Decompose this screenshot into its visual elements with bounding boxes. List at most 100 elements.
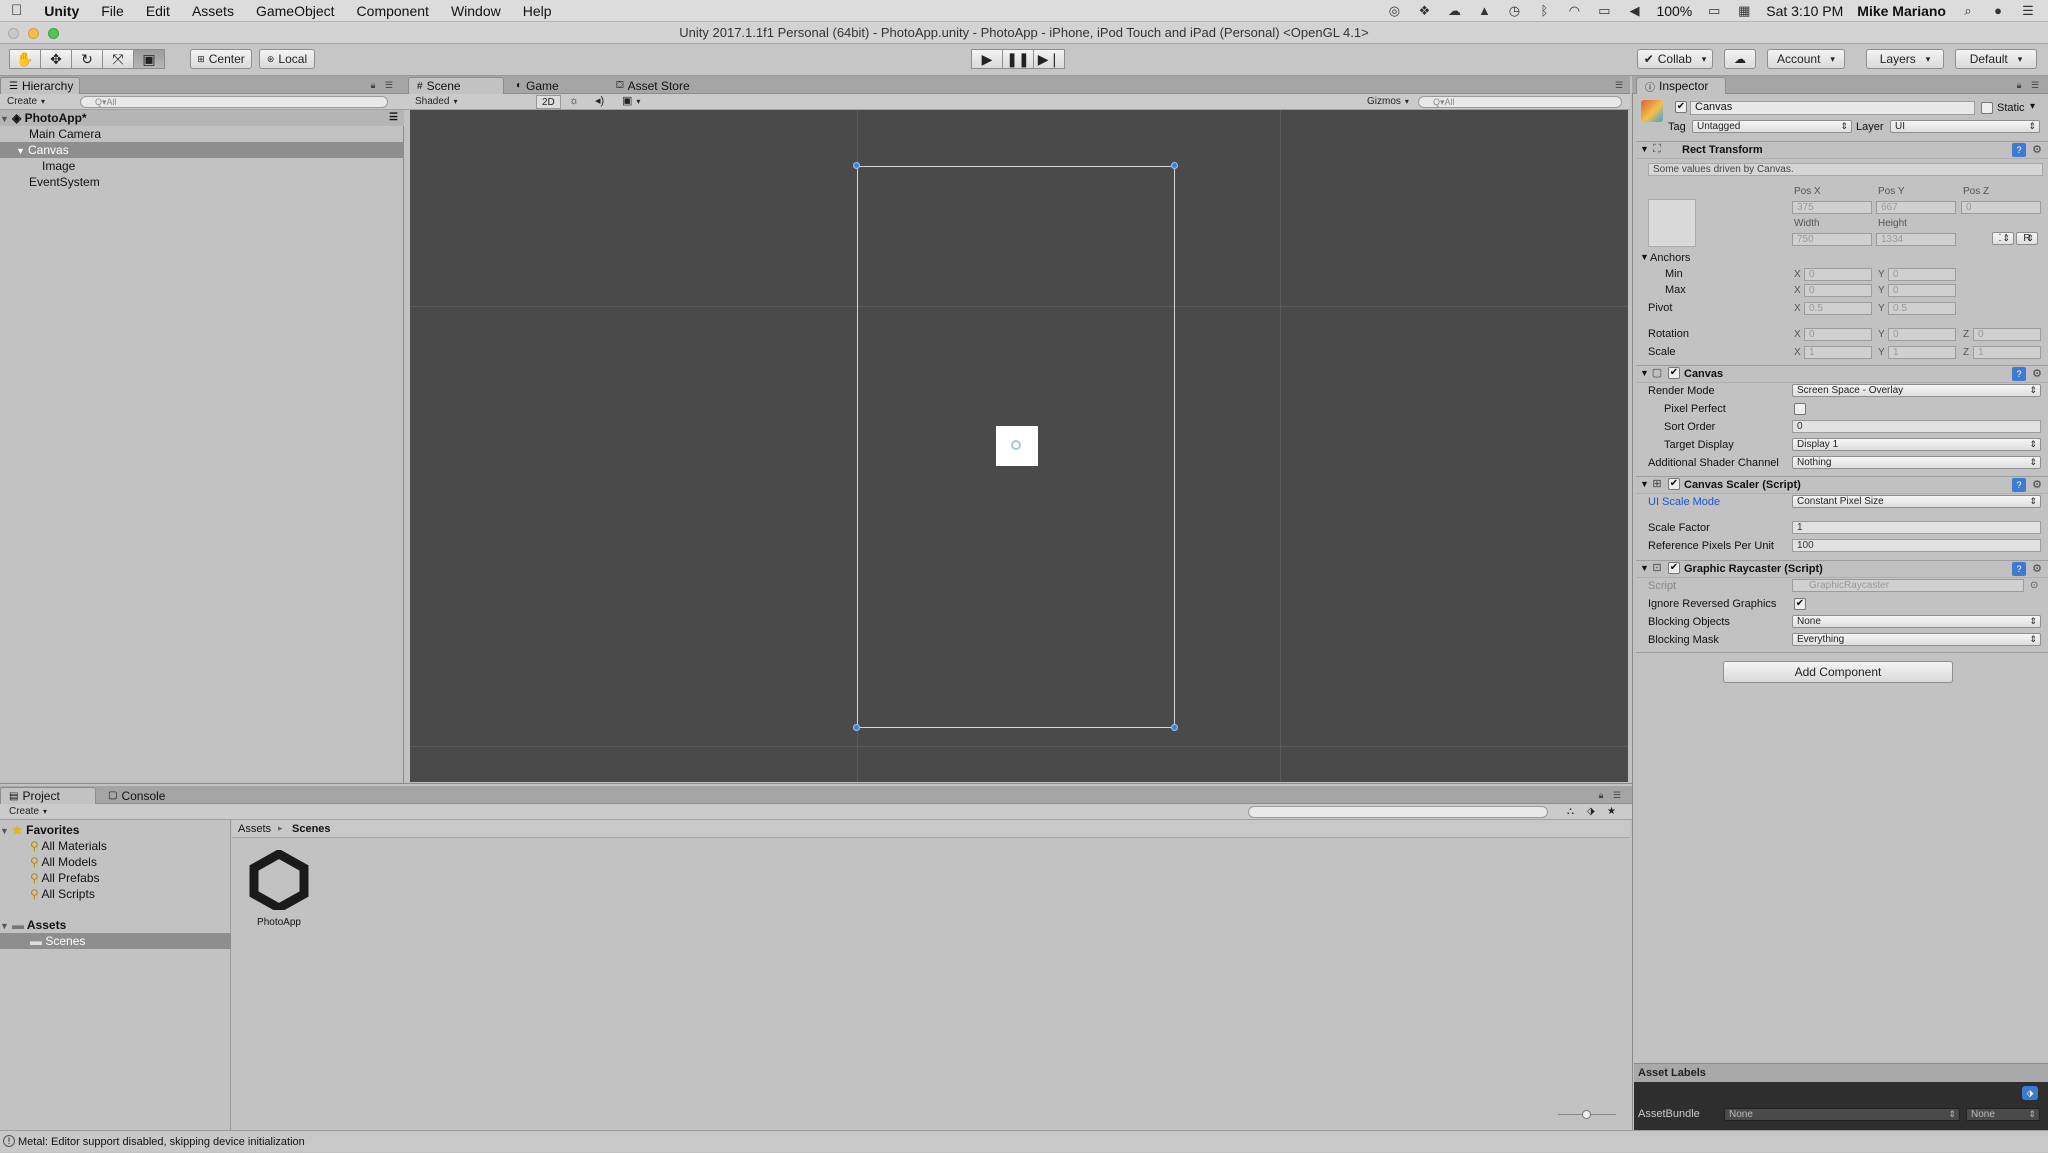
layers-button[interactable]: Layers [1866,49,1944,69]
static-checkbox[interactable] [1981,102,1993,114]
anchor-max-y-field[interactable]: 0 [1888,284,1956,297]
shader-channel-dropdown[interactable]: Nothing [1792,456,2041,469]
panel-menu-icon[interactable]: ☰ [382,78,396,92]
height-field[interactable]: 1334 [1876,233,1956,246]
favorite-item[interactable]: ⚲ All Scripts [0,886,231,902]
search-by-label-icon[interactable]: ⬗ [1582,805,1600,819]
anchor-presets-button[interactable] [1648,199,1696,247]
collab-button[interactable]: ✔ Collab [1637,49,1713,69]
hierarchy-item-eventsystem[interactable]: EventSystem [0,174,404,190]
raycaster-gear-icon[interactable]: ⚙ [2030,562,2044,576]
blueprint-mode-button[interactable]: ⸬ [1992,232,2014,245]
posx-field[interactable]: 375 [1792,201,1872,214]
project-menu-icon[interactable]: ☰ [1610,788,1624,802]
siri-icon[interactable]: ● [1990,3,2006,18]
tab-hierarchy[interactable]: ☰ Hierarchy [0,77,80,94]
menu-window[interactable]: Window [440,3,512,19]
menu-app[interactable]: Unity [33,3,90,19]
pause-icon[interactable]: ❚❚ [1002,49,1034,69]
favorite-item[interactable]: ⚲ All Models [0,854,231,870]
breadcrumb-assets[interactable]: Assets [238,823,271,835]
ui-image-element[interactable] [996,426,1038,466]
slider-thumb[interactable] [1582,1110,1591,1119]
apple-icon[interactable]:  [0,2,33,19]
tab-game[interactable]: ◐ Game [508,77,588,94]
ignore-reversed-checkbox[interactable]: ✔ [1794,598,1806,610]
scene-menu-icon[interactable]: ☰ [389,110,398,126]
asset-photoapp-scene[interactable]: PhotoApp [246,848,312,930]
favorite-item[interactable]: ⚲ All Prefabs [0,870,231,886]
width-field[interactable]: 750 [1792,233,1872,246]
audio-toggle-icon[interactable]: ◂) [590,95,609,109]
scale-factor-field[interactable]: 1 [1792,521,2041,534]
tag-dropdown[interactable]: Untagged [1692,120,1852,133]
account-button[interactable]: Account [1767,49,1845,69]
hand-tool-icon[interactable]: ✋ [9,49,41,69]
scale-x-field[interactable]: 1 [1804,346,1872,359]
raycaster-enabled-checkbox[interactable]: ✔ [1668,562,1680,574]
lighting-toggle-icon[interactable]: ☼ [564,95,584,109]
menu-gameobject[interactable]: GameObject [245,3,346,19]
favorites-foldout-icon[interactable]: ▼ [0,823,12,839]
warning-icon[interactable]: ▲ [1476,3,1492,18]
blocking-mask-dropdown[interactable]: Everything [1792,633,2041,646]
scene-search-input[interactable]: Q▾All [1418,96,1622,108]
time-machine-icon[interactable]: ◷ [1506,3,1522,18]
target-display-dropdown[interactable]: Display 1 [1792,438,2041,451]
help-book-icon[interactable]: ? [2012,143,2026,157]
menu-file[interactable]: File [90,3,135,19]
hierarchy-search-input[interactable]: Q▾All [80,96,388,108]
assets-row[interactable]: ▼ ▬ Assets [0,917,231,933]
menu-component[interactable]: Component [346,3,440,19]
scale-tool-icon[interactable]: ⤧ [102,49,134,69]
shading-dropdown[interactable]: Shaded [410,95,532,109]
step-icon[interactable]: ▶❘ [1033,49,1065,69]
airplay-icon[interactable]: ▭ [1596,3,1612,18]
blocking-objects-dropdown[interactable]: None [1792,615,2041,628]
anchor-max-x-field[interactable]: 0 [1804,284,1872,297]
inspector-menu-icon[interactable]: ☰ [2028,78,2042,92]
cc-icon[interactable]: ◎ [1386,3,1402,18]
scene-viewport[interactable] [410,110,1628,782]
minimize-window-button[interactable] [28,28,39,39]
script-field[interactable]: GraphicRaycaster [1792,579,2024,592]
raycaster-foldout-icon[interactable]: ▼ [1640,563,1649,573]
status-message[interactable]: Metal: Editor support disabled, skipping… [18,1136,305,1148]
gizmos-dropdown[interactable]: Gizmos [1362,95,1414,109]
cloud-services-icon[interactable]: ☁ [1724,49,1756,69]
add-component-button[interactable]: Add Component [1723,661,1953,683]
cloud-icon[interactable]: ☁ [1446,3,1462,18]
play-icon[interactable]: ▶ [971,49,1003,69]
move-tool-icon[interactable]: ✥ [40,49,72,69]
anchor-min-y-field[interactable]: 0 [1888,268,1956,281]
tag-icon[interactable]: ⬗ [2022,1086,2038,1100]
notification-center-icon[interactable]: ☰ [2020,3,2036,18]
hierarchy-item-image[interactable]: Image [0,158,404,174]
hierarchy-item-canvas[interactable]: ▼ Canvas [0,142,404,158]
layer-dropdown[interactable]: UI [1890,120,2040,133]
dropbox-icon[interactable]: ❖ [1416,3,1432,18]
anchors-foldout-icon[interactable]: ▼ [1640,252,1649,262]
hierarchy-create-button[interactable]: Create [2,95,50,109]
favorite-item[interactable]: ⚲ All Materials [0,838,231,854]
favorites-row[interactable]: ▼ ★ Favorites [0,822,231,838]
canvas-help-icon[interactable]: ? [2012,367,2026,381]
assets-foldout-icon[interactable]: ▼ [0,918,12,934]
render-mode-dropdown[interactable]: Screen Space - Overlay [1792,384,2041,397]
rect-handle-bottom-left[interactable] [853,724,860,731]
project-create-button[interactable]: Create [4,805,52,819]
scaler-help-icon[interactable]: ? [2012,478,2026,492]
layout-button[interactable]: Default [1955,49,2037,69]
rotate-tool-icon[interactable]: ↻ [71,49,103,69]
scene-root-row[interactable]: ▼ ◈ PhotoApp* ☰ [0,110,404,126]
raw-edit-button[interactable]: R [2016,232,2038,245]
tab-console[interactable]: ▢ Console [100,787,190,804]
rect-handle-bottom-right[interactable] [1171,724,1178,731]
wifi-icon[interactable]: ◠ [1566,3,1582,18]
scaler-foldout-icon[interactable]: ▼ [1640,479,1649,489]
user-name[interactable]: Mike Mariano [1857,3,1946,19]
breadcrumb-scenes[interactable]: Scenes [292,823,331,835]
anchor-min-x-field[interactable]: 0 [1804,268,1872,281]
settings-gear-icon[interactable]: ⚙ [2030,143,2044,157]
rotation-y-field[interactable]: 0 [1888,328,1956,341]
